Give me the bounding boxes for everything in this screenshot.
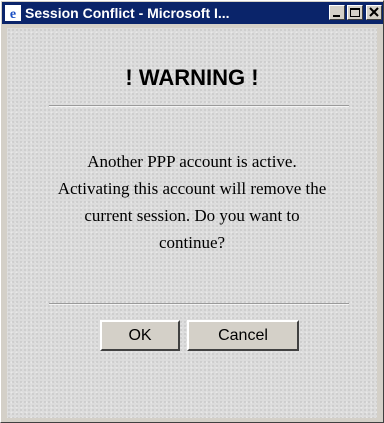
- session-conflict-window: e Session Conflict - Microsoft I... ! WA…: [0, 0, 384, 423]
- message-line: Another PPP account is active.: [87, 152, 297, 171]
- title-bar[interactable]: e Session Conflict - Microsoft I...: [2, 2, 383, 24]
- warning-heading: ! WARNING !: [125, 65, 259, 90]
- warning-message: Another PPP account is active. Activatin…: [7, 148, 377, 256]
- message-line: current session. Do you want to: [84, 206, 300, 225]
- cancel-button[interactable]: Cancel: [187, 320, 299, 351]
- svg-text:e: e: [10, 7, 16, 21]
- message-line: Activating this account will remove the: [57, 179, 327, 198]
- message-line: continue?: [158, 233, 226, 252]
- ok-button[interactable]: OK: [100, 320, 180, 351]
- top-divider: [49, 105, 349, 107]
- internet-explorer-icon: e: [5, 5, 21, 22]
- maximize-button[interactable]: [347, 5, 363, 20]
- close-button[interactable]: [366, 5, 382, 20]
- bottom-divider: [49, 303, 349, 305]
- window-title: Session Conflict - Microsoft I...: [25, 5, 230, 21]
- dialog-content: ! WARNING ! Another PPP account is activ…: [7, 28, 377, 418]
- minimize-button[interactable]: [329, 5, 345, 20]
